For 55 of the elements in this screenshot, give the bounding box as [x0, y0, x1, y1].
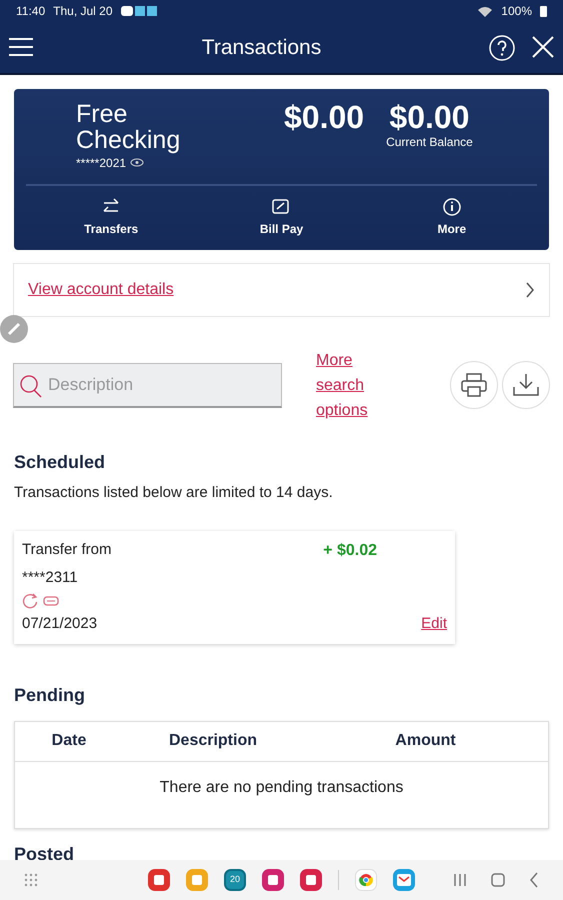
- mail-app-icon[interactable]: [393, 869, 415, 892]
- column-header: Description: [168, 731, 258, 751]
- bill-icon: [271, 198, 292, 216]
- transaction-date: 07/21/2023: [22, 614, 98, 634]
- section-heading: Posted: [14, 842, 76, 860]
- section-heading: Pending: [14, 684, 86, 707]
- close-button[interactable]: [531, 35, 555, 60]
- notification-icons: [120, 5, 159, 17]
- printer-icon: [461, 372, 487, 397]
- search-icon: [19, 372, 43, 398]
- available-balance: $0.00: [284, 101, 364, 133]
- column-header: Amount: [394, 731, 457, 751]
- home-icon[interactable]: [491, 873, 505, 888]
- close-icon: [531, 35, 555, 60]
- download-button[interactable]: [502, 361, 550, 409]
- column-header: Date: [50, 731, 88, 751]
- menu-icon: [8, 37, 34, 58]
- section-note: Transactions listed below are limited to 14 days.: [14, 483, 334, 503]
- search-options-link[interactable]: More search options: [316, 348, 386, 422]
- billpay-button[interactable]: Bill Pay: [196, 186, 367, 250]
- account-name: Free Checking: [76, 101, 182, 154]
- back-icon[interactable]: [529, 872, 539, 888]
- help-icon: [489, 34, 515, 60]
- download-icon: [513, 372, 539, 397]
- status-date: Thu, Jul 20: [53, 3, 113, 20]
- transaction-amount: + $0.02: [323, 540, 377, 560]
- recurring-icon: [22, 593, 38, 609]
- transaction-description: Transfer from: [22, 540, 112, 560]
- status-time: 11:40: [16, 3, 46, 20]
- current-balance: $0.00: [388, 101, 470, 133]
- apps-grid-icon[interactable]: [24, 873, 38, 888]
- empty-message: There are no pending transactions: [158, 778, 404, 798]
- section-heading: Scheduled: [14, 451, 106, 474]
- account-number: *****2021: [76, 154, 126, 172]
- browser-app-icon[interactable]: [355, 869, 377, 892]
- chevron-right-icon: [525, 282, 535, 298]
- eye-icon: [130, 158, 144, 167]
- account-details-link[interactable]: View account details: [28, 278, 174, 302]
- pencil-icon[interactable]: [0, 315, 28, 343]
- details-row[interactable]: View account details: [13, 263, 550, 317]
- edit-link[interactable]: Edit: [421, 613, 447, 636]
- help-button[interactable]: [489, 34, 515, 60]
- recents-icon[interactable]: [453, 873, 467, 888]
- page-title: Transactions: [200, 34, 322, 61]
- search-field[interactable]: Description: [13, 362, 282, 408]
- battery-icon: [540, 5, 547, 17]
- balance-label: Current Balance: [386, 134, 473, 151]
- transfers-button[interactable]: Transfers: [26, 186, 196, 250]
- more-button[interactable]: More: [366, 186, 537, 250]
- print-button[interactable]: [450, 361, 498, 409]
- battery-level: 100%: [501, 3, 532, 20]
- calendar-app-icon[interactable]: 20: [224, 869, 246, 892]
- transaction-account: ****2311: [22, 568, 79, 588]
- wifi-icon: [477, 5, 494, 17]
- info-icon: [442, 198, 462, 216]
